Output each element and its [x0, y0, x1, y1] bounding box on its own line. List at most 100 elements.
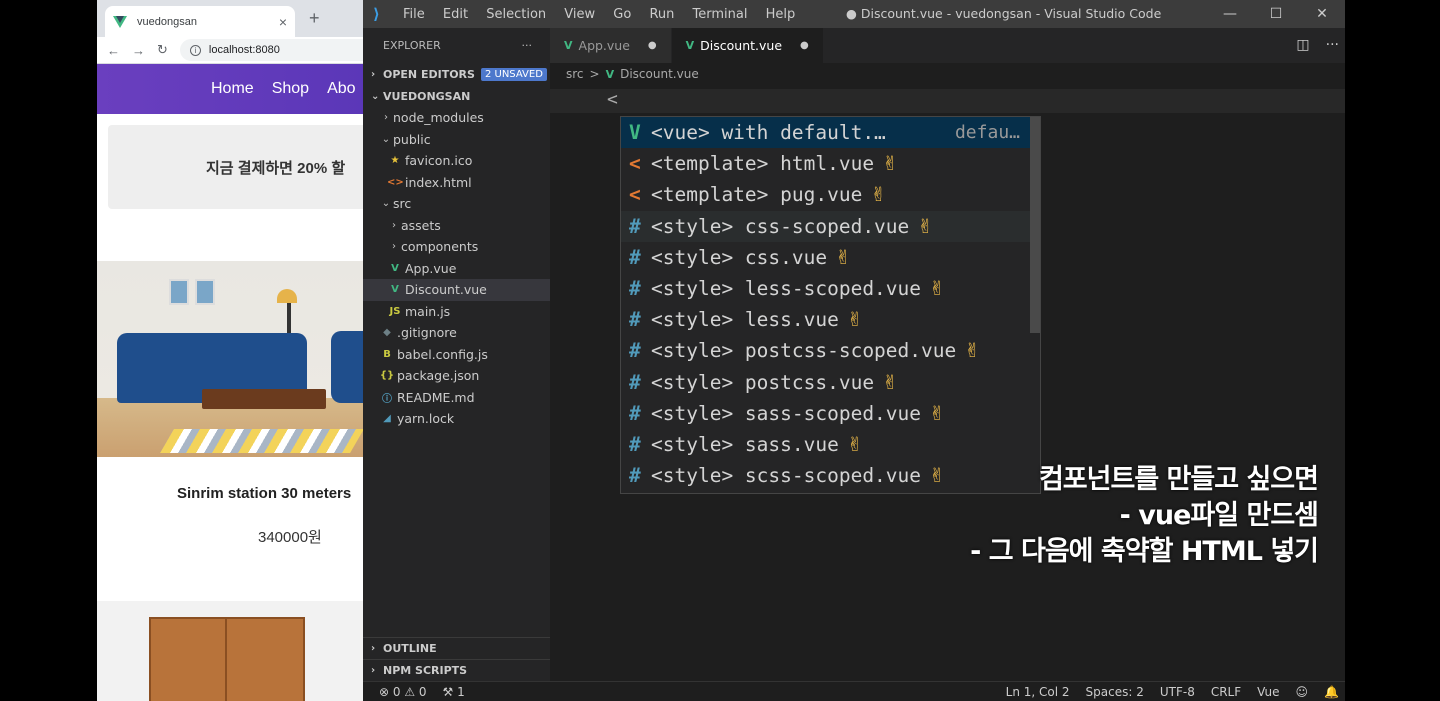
tab-discount-vue[interactable]: V Discount.vue ● [671, 28, 824, 63]
outline-section[interactable]: › OUTLINE [363, 637, 550, 659]
suggestion-item[interactable]: # <style> postcss.vue ✌ [621, 367, 1040, 398]
project-section[interactable]: ⌄ VUEDONGSAN [363, 85, 550, 107]
suggestion-label: <style> less.vue [651, 308, 839, 332]
nav-about[interactable]: Abo [327, 80, 355, 98]
more-actions-icon[interactable]: ··· [1326, 28, 1339, 63]
outline-label: OUTLINE [383, 642, 437, 655]
problems-indicator[interactable]: ⊗ 0 ⚠ 0 [379, 685, 427, 699]
tree-item[interactable]: › components [363, 236, 550, 258]
suggest-scrollbar[interactable] [1030, 117, 1040, 333]
tree-item-label: public [393, 131, 431, 147]
menu-selection[interactable]: Selection [486, 7, 546, 22]
victory-hand-icon: ✌ [882, 370, 899, 394]
tree-item[interactable]: V Discount.vue [363, 279, 550, 301]
close-window-button[interactable]: ✕ [1299, 0, 1345, 28]
tree-item[interactable]: Bbabel.config.js [363, 344, 550, 366]
tree-item[interactable]: ⓘ README.md [363, 387, 550, 409]
vue-favicon-icon [113, 15, 127, 28]
minimize-button[interactable]: — [1207, 0, 1253, 28]
tree-item[interactable]: › assets [363, 215, 550, 237]
ports-indicator[interactable]: ⚒ 1 [443, 685, 465, 699]
wardrobe-door [151, 619, 227, 701]
suggestion-item[interactable]: # <style> postcss-scoped.vue ✌ [621, 335, 1040, 366]
snippet-icon: # [629, 401, 641, 425]
address-text: localhost:8080 [208, 44, 280, 56]
tree-item[interactable]: ★ favicon.ico [363, 150, 550, 172]
suggestion-item[interactable]: # <style> css-scoped.vue ✌ [621, 210, 1040, 242]
feedback-icon[interactable]: ☺ [1296, 685, 1309, 699]
suggestion-item[interactable]: # <style> less.vue ✌ [621, 304, 1040, 335]
tree-item[interactable]: ◢ yarn.lock [363, 408, 550, 430]
encoding[interactable]: UTF-8 [1160, 685, 1195, 699]
tab-app-vue[interactable]: V App.vue ● [550, 28, 672, 63]
npm-scripts-section[interactable]: › NPM SCRIPTS [363, 659, 550, 681]
nav-shop[interactable]: Shop [272, 80, 309, 98]
chevron-down-icon: ⌄ [371, 90, 380, 102]
tree-item-label: App.vue [405, 260, 457, 276]
victory-hand-icon: ✌ [835, 245, 852, 269]
chevron-right-icon: › [371, 68, 376, 80]
menu-edit[interactable]: Edit [443, 7, 468, 22]
snippet-icon: < [629, 183, 641, 207]
explorer-more-icon[interactable]: ··· [522, 28, 533, 63]
tree-item[interactable]: ◆ .gitignore [363, 322, 550, 344]
code-line-1[interactable]: < [550, 89, 1345, 113]
unsaved-dot-icon[interactable]: ● [800, 40, 809, 51]
explorer-header: EXPLORER ··· [363, 28, 550, 63]
product-image-sofa [97, 261, 363, 457]
menu-file[interactable]: File [403, 7, 425, 22]
suggestion-item[interactable]: # <style> css.vue ✌ [621, 242, 1040, 273]
open-editors-section[interactable]: › OPEN EDITORS 2 UNSAVED [363, 63, 550, 85]
unsaved-dot-icon[interactable]: ● [648, 40, 657, 51]
back-icon[interactable]: ← [107, 43, 120, 58]
split-editor-icon[interactable]: ◫ [1296, 28, 1309, 63]
suggestion-item[interactable]: < <template> html.vue ✌ [621, 148, 1040, 179]
breadcrumb-file[interactable]: Discount.vue [620, 67, 699, 81]
victory-hand-icon: ✌ [929, 401, 946, 425]
menu-view[interactable]: View [564, 7, 595, 22]
suggestion-label: <style> scss-scoped.vue [651, 464, 922, 488]
site-info-icon[interactable]: i [189, 44, 201, 56]
breadcrumb-folder[interactable]: src [566, 67, 584, 81]
file-type-icon: V [391, 262, 399, 274]
npm-scripts-label: NPM SCRIPTS [383, 664, 468, 677]
nav-home[interactable]: Home [211, 80, 254, 98]
bell-icon[interactable]: 🔔 [1324, 685, 1339, 699]
browser-toolbar: ← → ↻ i localhost:8080 [97, 37, 363, 64]
tree-item[interactable]: V App.vue [363, 258, 550, 280]
tree-item[interactable]: › node_modules [363, 107, 550, 129]
browser-tab[interactable]: vuedongsan × [105, 6, 295, 37]
address-bar[interactable]: i localhost:8080 [179, 39, 363, 61]
chevron-icon: › [392, 219, 396, 231]
suggestion-item[interactable]: < <template> pug.vue ✌ [621, 179, 1040, 210]
reload-icon[interactable]: ↻ [157, 42, 168, 58]
screen: vuedongsan × + ← → ↻ i localhost:8080 Ho… [0, 0, 1440, 701]
new-tab-button[interactable]: + [309, 8, 320, 29]
tree-item-label: favicon.ico [405, 153, 473, 169]
suggestion-item[interactable]: # <style> sass-scoped.vue ✌ [621, 398, 1040, 429]
menu-go[interactable]: Go [613, 7, 631, 22]
close-tab-icon[interactable]: × [279, 14, 287, 30]
tree-item[interactable]: <> index.html [363, 172, 550, 194]
suggestion-item[interactable]: V <vue> with default.… defau… [621, 117, 1040, 149]
menu-run[interactable]: Run [649, 7, 674, 22]
suggestion-label: <style> less-scoped.vue [651, 277, 922, 301]
forward-icon[interactable]: → [132, 43, 145, 58]
snippet-icon: < [629, 152, 641, 176]
chevron-icon: › [392, 241, 396, 253]
menu-help[interactable]: Help [766, 7, 796, 22]
menu-terminal[interactable]: Terminal [693, 7, 748, 22]
suggestion-label: <style> postcss-scoped.vue [651, 339, 957, 363]
line-endings[interactable]: CRLF [1211, 685, 1241, 699]
tree-item[interactable]: {} package.json [363, 365, 550, 387]
language-mode[interactable]: Vue [1257, 685, 1279, 699]
suggestion-item[interactable]: # <style> sass.vue ✌ [621, 429, 1040, 460]
suggestion-item[interactable]: # <style> less-scoped.vue ✌ [621, 273, 1040, 304]
indentation[interactable]: Spaces: 2 [1086, 685, 1144, 699]
tree-item[interactable]: ⌄ public [363, 129, 550, 151]
tree-item[interactable]: JS main.js [363, 301, 550, 323]
status-bar: ⊗ 0 ⚠ 0 ⚒ 1 Ln 1, Col 2 Spaces: 2 UTF-8 … [363, 681, 1345, 701]
maximize-button[interactable]: ☐ [1253, 0, 1299, 28]
cursor-position[interactable]: Ln 1, Col 2 [1006, 685, 1070, 699]
tree-item[interactable]: ⌄ src [363, 193, 550, 215]
